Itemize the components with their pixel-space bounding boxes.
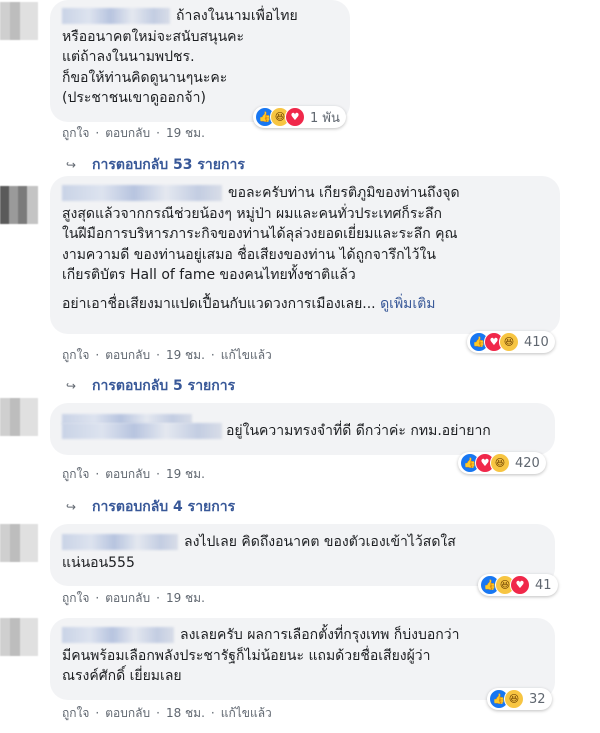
comment-bubble: ลงไปเลย คิดถึงอนาคต ของตัวเองเข้าไว้สดใส…	[50, 524, 555, 586]
comment-text-spacer	[62, 286, 548, 294]
comment-actions: ถูกใจ · ตอบกลับ · 19 ชม.	[62, 591, 205, 605]
reply-link[interactable]: ตอบกลับ	[105, 126, 150, 140]
timestamp[interactable]: 19 ชม.	[166, 126, 205, 140]
reaction-count: 410	[524, 334, 549, 350]
reaction-count: 420	[515, 455, 540, 471]
commenter-name[interactable]	[62, 185, 222, 201]
view-replies-link[interactable]: ↪ การตอบกลับ 5 รายการ	[66, 375, 235, 397]
view-replies-link[interactable]: ↪ การตอบกลับ 4 รายการ	[66, 496, 235, 518]
comment-bubble: ลงเลยครับ ผลการเลือกตั้งที่กรุงเทพ ก็บ่ง…	[50, 618, 555, 700]
haha-icon: 😆	[490, 453, 510, 473]
reply-link[interactable]: ตอบกลับ	[105, 467, 150, 481]
comment-text-line: เกียรติบัตร Hall of fame ของคนไทยทั้งชาต…	[62, 267, 356, 283]
reply-link[interactable]: ตอบกลับ	[105, 591, 150, 605]
like-link[interactable]: ถูกใจ	[62, 126, 89, 140]
comment-text-line: มีคนพร้อมเลือกพลังประชารัฐก็ไม่น้อยนะ แถ…	[62, 647, 431, 664]
haha-icon: 😆	[499, 332, 519, 352]
commenter-name[interactable]	[62, 8, 170, 24]
comment-actions: ถูกใจ · ตอบกลับ · 18 ชม. · แก้ไขแล้ว	[62, 706, 272, 720]
view-replies-link[interactable]: ↪ การตอบกลับ 53 รายการ	[66, 154, 245, 176]
commenter-avatar[interactable]	[0, 398, 38, 436]
comment-text-line: ณรงค์ศักดิ์ เยี่ยมเลย	[62, 668, 182, 684]
love-icon: ♥	[510, 575, 530, 595]
reply-arrow-icon: ↪	[66, 379, 77, 393]
comment-bubble: อยู่ในความทรงจำที่ดี ดีกว่าค่ะ กทม.อย่าย…	[50, 403, 555, 455]
timestamp[interactable]: 19 ชม.	[166, 591, 205, 605]
comment-text-line	[62, 409, 543, 424]
comment-text-line: แต่ถ้าลงในนามพปชร.	[62, 49, 195, 65]
reaction-summary[interactable]: 👍 ♥ 😆 410	[467, 331, 555, 353]
comment-text-line: อยู่ในความทรงจำที่ดี ดีกว่าค่ะ กทม.อย่าย…	[62, 421, 543, 442]
comment-text-line: ลงเลยครับ ผลการเลือกตั้งที่กรุงเทพ ก็บ่ง…	[62, 625, 543, 646]
comment-text-line: ขอละครับท่าน เกียรติภูมิของท่านถึงจุด	[62, 183, 548, 204]
like-link[interactable]: ถูกใจ	[62, 348, 89, 362]
reply-link[interactable]: ตอบกลับ	[105, 348, 150, 362]
reply-arrow-icon: ↪	[66, 500, 77, 514]
timestamp[interactable]: 19 ชม.	[166, 467, 205, 481]
mention-tag[interactable]	[62, 423, 222, 439]
reaction-count: 41	[535, 577, 552, 593]
reaction-summary[interactable]: 👍 😆 32	[487, 688, 552, 710]
edited-label[interactable]: แก้ไขแล้ว	[221, 348, 272, 362]
reaction-count: 32	[529, 691, 546, 707]
like-link[interactable]: ถูกใจ	[62, 706, 89, 720]
comment-text-line: ลงไปเลย คิดถึงอนาคต ของตัวเองเข้าไว้สดใส	[62, 532, 543, 553]
like-link[interactable]: ถูกใจ	[62, 591, 89, 605]
reply-link[interactable]: ตอบกลับ	[105, 706, 150, 720]
comment-actions: ถูกใจ · ตอบกลับ · 19 ชม. · แก้ไขแล้ว	[62, 348, 272, 362]
commenter-name[interactable]	[62, 627, 174, 643]
comment-text-line: หรืออนาคตใหม่จะสนับสนุนคะ	[62, 28, 245, 45]
commenter-avatar[interactable]	[0, 524, 38, 562]
reaction-summary[interactable]: 👍 😆 ♥ 1 พัน	[253, 106, 346, 128]
comment-bubble: ขอละครับท่าน เกียรติภูมิของท่านถึงจุด สู…	[50, 176, 560, 334]
edited-label[interactable]: แก้ไขแล้ว	[221, 706, 272, 720]
comment-text-line: ถ้าลงในนามเพื่อไทย	[62, 6, 338, 27]
see-more-link[interactable]: ดูเพิ่มเติม	[380, 296, 435, 312]
reaction-count: 1 พัน	[310, 110, 340, 126]
commenter-avatar[interactable]	[0, 618, 38, 656]
comment-actions: ถูกใจ · ตอบกลับ · 19 ชม.	[62, 126, 205, 140]
comment-text-line: สูงสุดแล้วจากกรณีช่วยน้องๆ หมู่ป่า ผมและ…	[62, 205, 442, 222]
comment-bubble: ถ้าลงในนามเพื่อไทย หรืออนาคตใหม่จะสนับสน…	[50, 0, 350, 122]
haha-icon: 😆	[504, 689, 524, 709]
comment-text-line: ก็ขอให้ท่านคิดดูนานๆนะคะ	[62, 69, 228, 86]
comment-text-line: อย่าเอาชื่อเสียงมาแปดเปื้อนกับแวดวงการเม…	[62, 295, 436, 312]
reply-arrow-icon: ↪	[66, 158, 77, 172]
commenter-avatar[interactable]	[0, 2, 38, 40]
comment-actions: ถูกใจ · ตอบกลับ · 19 ชม.	[62, 467, 205, 481]
comment-text-line: ในฝีมือการบริหารภาระกิจของท่านได้ลุล่วงย…	[62, 226, 458, 242]
comment-text-line: งามความดี ของท่านอยู่เสมอ ชื่อเสียงของท่…	[62, 246, 436, 263]
commenter-name[interactable]	[62, 534, 178, 550]
timestamp[interactable]: 19 ชม.	[166, 348, 205, 362]
comment-text-line: แน่นอน555	[62, 554, 135, 571]
love-icon: ♥	[285, 107, 305, 127]
commenter-avatar[interactable]	[0, 186, 38, 224]
timestamp[interactable]: 18 ชม.	[166, 706, 205, 720]
reaction-summary[interactable]: 👍 ♥ 😆 420	[458, 452, 546, 474]
like-link[interactable]: ถูกใจ	[62, 467, 89, 481]
reaction-summary[interactable]: 👍 😆 ♥ 41	[478, 574, 558, 596]
